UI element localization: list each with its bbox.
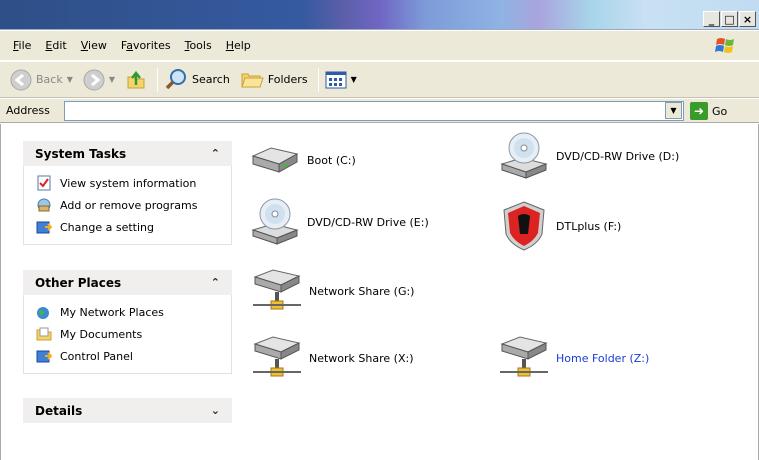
toolbar: Back ▼ ▼ Search Folders ▼	[0, 62, 759, 98]
collapse-chevron-icon[interactable]: ⌃	[211, 147, 220, 160]
menu-tools[interactable]: Tools	[178, 39, 219, 52]
network-drive-icon	[498, 332, 550, 384]
system-tasks-panel: System Tasks ⌃ View system information A…	[23, 141, 232, 245]
menu-bar: File Edit View Favorites Tools Help	[0, 31, 759, 61]
toolbar-separator	[317, 67, 319, 92]
cd-drive-icon	[249, 196, 301, 248]
go-label: Go	[712, 104, 728, 118]
search-label: Search	[192, 73, 230, 86]
up-button[interactable]	[125, 66, 147, 94]
forward-button[interactable]: ▼	[83, 66, 121, 94]
folders-label: Folders	[267, 73, 308, 86]
network-places-icon	[37, 307, 49, 319]
views-dropdown-icon[interactable]: ▼	[351, 75, 357, 84]
details-panel: Details ⌄	[23, 398, 232, 423]
system-tasks-header[interactable]: System Tasks ⌃	[23, 141, 232, 166]
content-area: System Tasks ⌃ View system information A…	[0, 124, 759, 460]
drive-network-x[interactable]: Network Share (X:)	[251, 332, 414, 384]
drive-dtlplus-f[interactable]: DTLplus (F:)	[498, 200, 621, 252]
address-label: Address	[6, 104, 50, 117]
back-arrow-icon	[10, 69, 32, 90]
panel-title: System Tasks	[35, 146, 127, 161]
drive-home-z[interactable]: Home Folder (Z:)	[498, 332, 649, 384]
panel-link-label: Control Panel	[60, 349, 133, 363]
views-icon	[325, 71, 347, 88]
add-remove-programs-link[interactable]: Add or remove programs	[36, 194, 231, 216]
windows-logo-icon	[713, 35, 739, 57]
address-bar: Address ▼ ➜ Go	[0, 99, 759, 123]
my-network-places-link[interactable]: My Network Places	[36, 301, 231, 323]
search-button[interactable]: Search	[164, 66, 230, 94]
network-drive-icon	[251, 265, 303, 317]
cd-drive-icon	[498, 130, 550, 182]
drive-label: DVD/CD-RW Drive (E:)	[307, 215, 429, 229]
other-places-panel: Other Places ⌃ My Network Places My Docu…	[23, 270, 232, 374]
menu-help[interactable]: Help	[219, 39, 258, 52]
panel-link-label: Change a setting	[60, 220, 154, 234]
drive-dvd-d[interactable]: DVD/CD-RW Drive (D:)	[498, 130, 679, 182]
folders-button[interactable]: Folders	[240, 66, 308, 94]
address-input[interactable]	[64, 101, 684, 121]
go-button[interactable]: ➜ Go	[690, 102, 727, 120]
panel-link-label: My Documents	[60, 327, 143, 341]
panel-title: Other Places	[35, 275, 122, 290]
search-icon	[165, 68, 187, 89]
go-arrow-icon: ➜	[690, 102, 708, 120]
drive-label: Home Folder (Z:)	[556, 351, 650, 365]
drive-dvd-e[interactable]: DVD/CD-RW Drive (E:)	[249, 196, 429, 248]
folder-up-icon	[127, 70, 145, 88]
back-label: Back	[36, 73, 63, 86]
my-documents-link[interactable]: My Documents	[36, 323, 231, 345]
control-panel-icon	[36, 221, 52, 234]
my-documents-icon	[36, 327, 52, 341]
drive-label: Network Share (G:)	[309, 284, 415, 298]
control-panel-link[interactable]: Control Panel	[36, 345, 231, 367]
change-setting-link[interactable]: Change a setting	[36, 216, 231, 238]
minimize-button[interactable]: _	[703, 11, 720, 27]
maximize-button[interactable]: □	[721, 11, 738, 27]
drive-label: DVD/CD-RW Drive (D:)	[556, 149, 680, 163]
toolbar-separator	[157, 67, 159, 92]
expand-chevron-icon[interactable]: ⌄	[211, 404, 220, 417]
title-bar: _ □ ×	[0, 0, 759, 30]
address-dropdown-icon[interactable]: ▼	[665, 102, 682, 119]
back-button[interactable]: Back ▼	[10, 66, 79, 94]
drive-label: Network Share (X:)	[309, 351, 414, 365]
add-remove-programs-icon	[37, 198, 51, 212]
network-drive-icon	[251, 332, 303, 384]
forward-dropdown-icon[interactable]: ▼	[109, 75, 115, 84]
panel-link-label: My Network Places	[60, 305, 164, 319]
other-places-body: My Network Places My Documents Control P…	[23, 295, 232, 374]
drive-label: Boot (C:)	[307, 153, 356, 167]
close-button[interactable]: ×	[739, 11, 756, 27]
menu-view[interactable]: View	[74, 39, 114, 52]
panel-link-label: View system information	[60, 176, 197, 190]
hard-disk-icon	[249, 134, 301, 186]
control-panel-icon	[36, 350, 52, 363]
other-places-header[interactable]: Other Places ⌃	[23, 270, 232, 295]
system-info-icon	[37, 175, 51, 191]
menu-file[interactable]: File	[6, 39, 38, 52]
menu-edit[interactable]: Edit	[38, 39, 73, 52]
panel-link-label: Add or remove programs	[60, 198, 198, 212]
views-button[interactable]: ▼	[325, 66, 363, 94]
collapse-chevron-icon[interactable]: ⌃	[211, 276, 220, 289]
drive-boot-c[interactable]: Boot (C:)	[249, 134, 356, 186]
forward-arrow-icon	[83, 69, 105, 90]
drive-network-g[interactable]: Network Share (G:)	[251, 265, 414, 317]
folders-icon	[241, 73, 264, 87]
back-dropdown-icon[interactable]: ▼	[67, 75, 73, 84]
kingston-usb-icon	[498, 200, 550, 252]
drive-label: DTLplus (F:)	[556, 219, 622, 233]
panel-title: Details	[35, 403, 83, 418]
view-system-information-link[interactable]: View system information	[36, 172, 231, 194]
menu-favorites[interactable]: Favorites	[114, 39, 178, 52]
details-header[interactable]: Details ⌄	[23, 398, 232, 423]
window-controls: _ □ ×	[703, 11, 756, 27]
system-tasks-body: View system information Add or remove pr…	[23, 166, 232, 245]
